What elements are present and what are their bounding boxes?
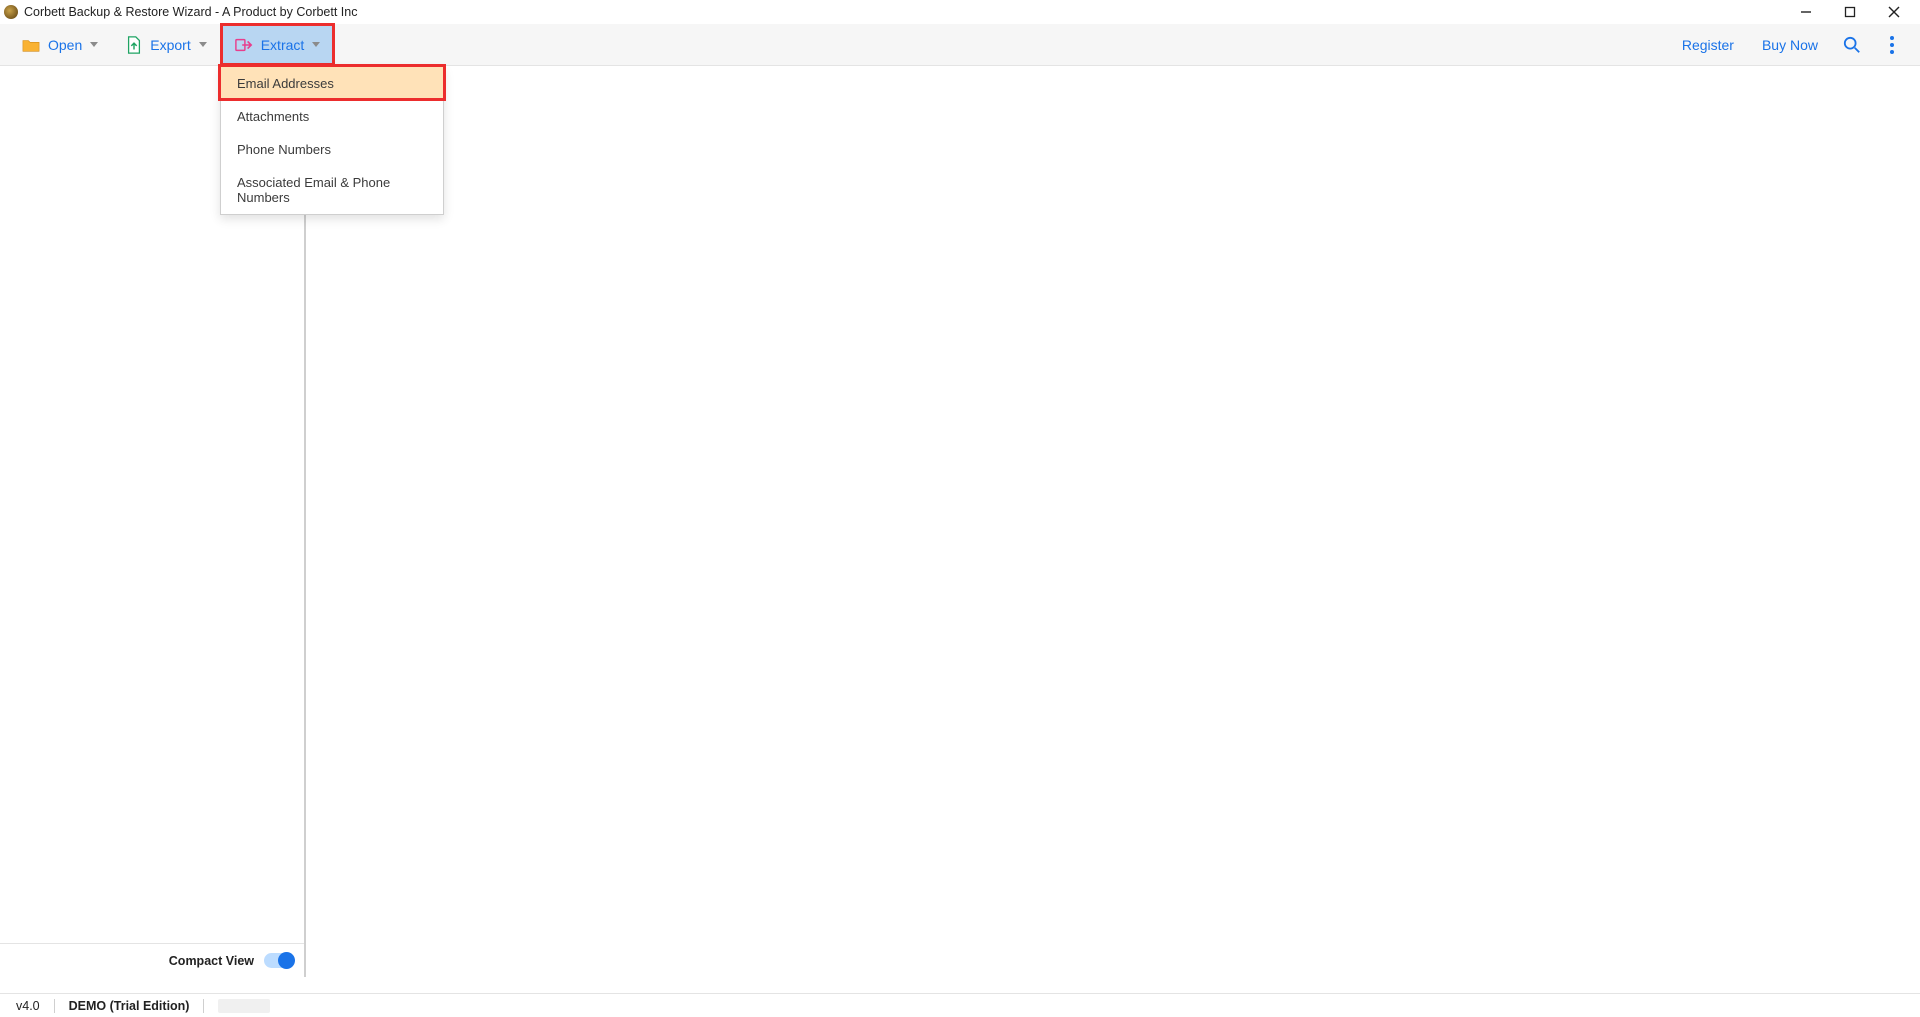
kebab-menu-icon [1890, 36, 1894, 54]
edition-label: DEMO (Trial Edition) [69, 999, 190, 1013]
extract-icon [235, 37, 253, 53]
toolbar: Open Export Extract Register Buy Now [0, 24, 1920, 66]
search-button[interactable] [1832, 24, 1872, 65]
search-icon [1843, 36, 1861, 54]
extract-menu-attachments[interactable]: Attachments [221, 100, 443, 133]
window-maximize-button[interactable] [1828, 0, 1872, 24]
menu-item-label: Phone Numbers [237, 142, 331, 157]
window-close-button[interactable] [1872, 0, 1916, 24]
main-content [306, 66, 1920, 977]
status-placeholder [218, 999, 270, 1013]
chevron-down-icon [90, 42, 98, 47]
menu-item-label: Attachments [237, 109, 309, 124]
file-export-icon [126, 36, 142, 54]
compact-view-label: Compact View [169, 954, 254, 968]
statusbar: v4.0 DEMO (Trial Edition) [0, 993, 1920, 1017]
extract-dropdown: Email Addresses Attachments Phone Number… [220, 66, 444, 215]
chevron-down-icon [312, 42, 320, 47]
more-menu-button[interactable] [1872, 24, 1912, 65]
export-button[interactable]: Export [112, 24, 220, 65]
extract-label: Extract [261, 37, 305, 53]
extract-button[interactable]: Extract [221, 24, 335, 65]
extract-menu-associated[interactable]: Associated Email & Phone Numbers [221, 166, 443, 214]
buy-now-label: Buy Now [1762, 37, 1818, 53]
register-label: Register [1682, 37, 1734, 53]
export-label: Export [150, 37, 190, 53]
separator [203, 999, 204, 1013]
folder-icon [22, 37, 40, 53]
open-label: Open [48, 37, 82, 53]
register-link[interactable]: Register [1668, 24, 1748, 65]
menu-item-label: Email Addresses [237, 76, 334, 91]
app-title: Corbett Backup & Restore Wizard - A Prod… [24, 5, 357, 19]
extract-menu-email-addresses[interactable]: Email Addresses [221, 67, 443, 100]
buy-now-link[interactable]: Buy Now [1748, 24, 1832, 65]
compact-view-row: Compact View [0, 943, 304, 977]
chevron-down-icon [199, 42, 207, 47]
version-label: v4.0 [16, 999, 40, 1013]
titlebar: Corbett Backup & Restore Wizard - A Prod… [0, 0, 1920, 24]
open-button[interactable]: Open [8, 24, 112, 65]
toggle-knob [278, 952, 295, 969]
window-minimize-button[interactable] [1784, 0, 1828, 24]
compact-view-toggle[interactable] [264, 953, 294, 968]
menu-item-label: Associated Email & Phone Numbers [237, 175, 390, 205]
separator [54, 999, 55, 1013]
app-icon [4, 5, 18, 19]
extract-menu-phone-numbers[interactable]: Phone Numbers [221, 133, 443, 166]
